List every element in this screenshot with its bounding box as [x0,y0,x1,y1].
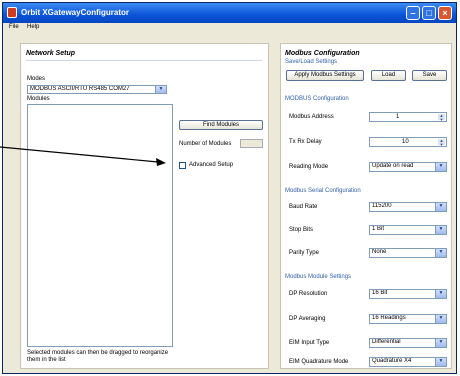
chevron-down-icon[interactable]: ▼ [435,163,446,171]
chevron-down-icon[interactable]: ▼ [435,358,446,366]
dp-resolution-value: 16 Bit [372,290,388,296]
eim-input-type-label: EIM Input Type [289,340,330,346]
eim-quadrature-mode-label: EIM Quadrature Mode [289,359,349,365]
parity-type-value: None [372,249,387,255]
reading-mode-label: Reading Mode [289,164,329,170]
menu-help[interactable]: Help [27,24,39,30]
minimize-button[interactable]: – [406,6,420,20]
network-setup-panel: Network Setup Modes MODBUS ASCII/RTU RS4… [20,43,269,369]
modbus-address-label: Modbus Address [289,114,334,120]
baud-rate-value: 115200 [372,203,392,209]
advanced-setup-label[interactable]: Advanced Setup [189,162,233,168]
module-settings-group-label: Modbus Module Settings [285,274,352,280]
spinner-arrows-icon[interactable]: ▲ ▼ [438,139,445,147]
mode-select-value: MODBUS ASCII/RTU RS485 COM27 [30,86,130,92]
modbus-config-heading: Modbus Configuration [285,50,360,57]
dp-resolution-label: DP Resolution [289,291,328,297]
title-bar[interactable]: Orbit XGatewayConfigurator – □ × [3,3,456,23]
spinner-arrows-icon[interactable]: ▲ ▼ [438,114,445,122]
serial-config-group-label: Modbus Serial Configuration [285,188,361,194]
dp-averaging-select[interactable]: 16 Readings ▼ [369,314,447,324]
chevron-down-icon[interactable]: ▼ [155,86,166,93]
find-modules-button[interactable]: Find Modules [179,120,263,130]
save-button[interactable]: Save [412,70,447,81]
txrx-delay-value: 10 [402,139,409,145]
txrx-delay-label: Tx Rx Delay [289,139,322,145]
chevron-down-icon[interactable]: ▼ [435,226,446,234]
menu-bar: File Help [3,23,456,33]
maximize-button[interactable]: □ [422,6,436,20]
modbus-config-panel: Modbus Configuration Save/Load Settings … [280,43,452,369]
modbus-address-value: 1 [396,114,400,120]
modbus-config-group-label: MODBUS Configuration [285,96,349,102]
number-of-modules-label: Number of Modules [179,141,232,147]
txrx-delay-spinner[interactable]: 10 ▲ ▼ [369,137,447,147]
baud-rate-select[interactable]: 115200 ▼ [369,202,447,212]
eim-quadrature-mode-value: Quadrature X4 [372,358,412,364]
menu-file[interactable]: File [9,24,19,30]
chevron-down-icon[interactable]: ▼ [435,203,446,211]
reading-mode-select[interactable]: Update on read ▼ [369,162,447,172]
number-of-modules-field [240,139,263,148]
modules-label: Modules [27,96,50,102]
modules-list[interactable] [27,104,173,347]
apply-modbus-settings-button[interactable]: Apply Modbus Settings [286,70,364,81]
divider [26,60,262,61]
advanced-setup-checkbox[interactable] [179,162,186,169]
stop-bits-value: 1 Bit [372,226,385,232]
eim-quadrature-mode-select[interactable]: Quadrature X4 ▼ [369,357,447,367]
modes-label: Modes [27,76,46,82]
save-load-group-label: Save/Load Settings [285,59,338,65]
chevron-down-icon[interactable]: ▼ [435,315,446,323]
load-button[interactable]: Load [371,70,406,81]
chevron-down-icon[interactable]: ▼ [435,339,446,347]
chevron-down-icon[interactable]: ▼ [435,249,446,257]
parity-type-select[interactable]: None ▼ [369,248,447,258]
eim-input-type-value: Differential [372,339,401,345]
window-title: Orbit XGatewayConfigurator [21,8,130,17]
mode-select[interactable]: MODBUS ASCII/RTU RS485 COM27 ▼ [27,85,167,94]
dp-averaging-label: DP Averaging [289,316,326,322]
reading-mode-value: Update on read [372,163,414,169]
baud-rate-label: Baud Rate [289,204,318,210]
eim-input-type-select[interactable]: Differential ▼ [369,338,447,348]
stop-bits-select[interactable]: 1 Bit ▼ [369,225,447,235]
dp-averaging-value: 16 Readings [372,315,406,321]
network-setup-heading: Network Setup [26,50,76,57]
app-icon [7,7,17,18]
stop-bits-label: Stop Bits [289,227,314,233]
close-button[interactable]: × [438,6,452,20]
footer-note: Selected modules can then be dragged to … [27,350,169,363]
chevron-down-icon[interactable]: ▼ [435,290,446,298]
dp-resolution-select[interactable]: 16 Bit ▼ [369,289,447,299]
modbus-address-spinner[interactable]: 1 ▲ ▼ [369,112,447,122]
parity-type-label: Parity Type [289,250,319,256]
app-window: Orbit XGatewayConfigurator – □ × File He… [2,2,457,374]
